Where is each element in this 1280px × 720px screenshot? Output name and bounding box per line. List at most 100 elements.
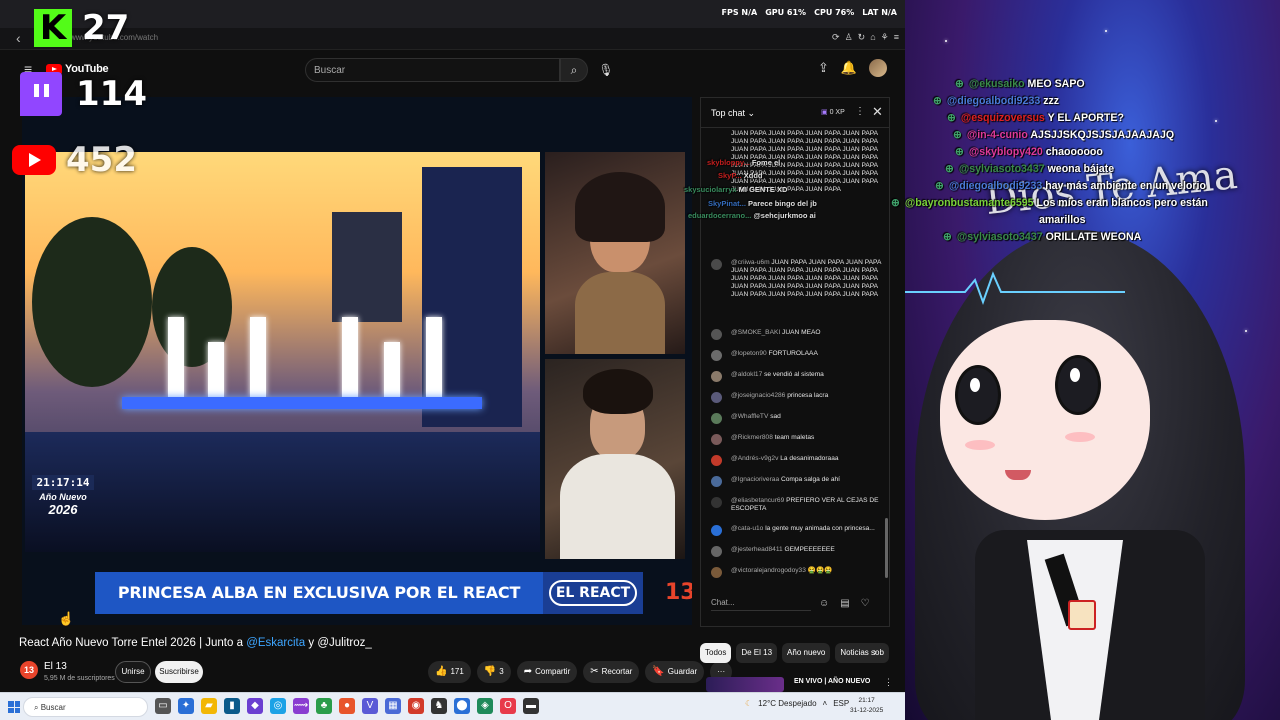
chat-username[interactable]: @SMOKE_BAKI bbox=[731, 329, 780, 336]
copilot-icon[interactable]: ✦ bbox=[178, 698, 194, 714]
chrome-icon[interactable]: ◉ bbox=[408, 698, 424, 714]
windows-start-icon[interactable] bbox=[8, 701, 20, 713]
chat-avatar[interactable] bbox=[711, 455, 722, 466]
chat-username[interactable]: @victoralejandrogodoy33 bbox=[731, 567, 806, 574]
related-video-item[interactable]: EN VIVO | AÑO NUEVO ⋮ bbox=[706, 675, 896, 692]
related-thumbnail[interactable] bbox=[706, 677, 784, 692]
extension-icon[interactable]: ⟳ bbox=[832, 32, 840, 43]
chat-username[interactable]: @joseignacio4286 bbox=[731, 392, 785, 399]
chat-message[interactable]: @cata-u1o la gente muy animada con princ… bbox=[711, 525, 881, 536]
channel-name[interactable]: El 13 bbox=[44, 661, 67, 672]
app-icon[interactable]: ⟿ bbox=[293, 698, 309, 714]
emoji-icon[interactable]: ☺ bbox=[819, 598, 829, 609]
video-title-mention[interactable]: @Eskarcita bbox=[246, 637, 305, 649]
extension-icon[interactable]: ↻ bbox=[858, 32, 866, 43]
chat-message[interactable]: @jesterhead8411 GEMPEEEEEEE bbox=[711, 546, 881, 557]
chat-avatar[interactable] bbox=[711, 525, 722, 536]
chat-message[interactable]: @eliasbetancur69 PREFIERO VER AL CEJAS D… bbox=[711, 497, 881, 513]
app-icon[interactable]: ⬤ bbox=[454, 698, 470, 714]
join-button[interactable]: Unirse bbox=[115, 661, 151, 683]
filter-chip[interactable]: Año nuevo bbox=[782, 643, 831, 663]
extension-icon[interactable]: ⌂ bbox=[870, 32, 875, 43]
chat-avatar[interactable] bbox=[711, 259, 722, 270]
chat-avatar[interactable] bbox=[711, 546, 722, 557]
chat-message[interactable]: @criiwa-u6m JUAN PAPA JUAN PAPA JUAN PAP… bbox=[711, 259, 881, 299]
close-icon[interactable]: ✕ bbox=[872, 104, 883, 120]
chat-message[interactable]: @Rickmer808 team maletas bbox=[711, 434, 881, 445]
chat-username[interactable]: @criiwa-u6m bbox=[731, 259, 770, 266]
chat-message[interactable]: @aldokl17 se vendió al sistema bbox=[711, 371, 881, 382]
superchat-icon[interactable]: ▤ bbox=[840, 598, 849, 609]
app-icon[interactable]: ◈ bbox=[477, 698, 493, 714]
related-title[interactable]: EN VIVO | AÑO NUEVO bbox=[794, 678, 870, 685]
save-button[interactable]: 🔖 Guardar bbox=[645, 661, 705, 683]
more-vertical-icon[interactable]: ⋮ bbox=[884, 677, 893, 688]
chat-input[interactable]: Chat... bbox=[711, 595, 811, 611]
search-input[interactable]: Buscar bbox=[305, 58, 560, 82]
chat-avatar[interactable] bbox=[711, 350, 722, 361]
chat-message[interactable]: @SMOKE_BAKI JUAN MEAO bbox=[711, 329, 881, 340]
video-title-mention[interactable]: @Julitroz_ bbox=[317, 637, 372, 649]
file-explorer-icon[interactable]: ▰ bbox=[201, 698, 217, 714]
voice-search-button[interactable]: 🎙 bbox=[597, 58, 615, 82]
app-icon[interactable]: ♣ bbox=[316, 698, 332, 714]
chat-username[interactable]: @aldokl17 bbox=[731, 371, 762, 378]
chat-menu-icon[interactable]: ⋮ bbox=[855, 106, 865, 117]
edge-browser-icon[interactable]: ◎ bbox=[270, 698, 286, 714]
chat-avatar[interactable] bbox=[711, 567, 722, 578]
app-icon[interactable]: ▦ bbox=[385, 698, 401, 714]
chat-avatar[interactable] bbox=[711, 497, 722, 508]
chat-username[interactable]: @WhaffleTV bbox=[731, 413, 768, 420]
chat-scrollbar[interactable] bbox=[885, 518, 888, 578]
chat-username[interactable]: @cata-u1o bbox=[731, 525, 763, 532]
chat-username[interactable]: @Rickmer808 bbox=[731, 434, 773, 441]
chat-username[interactable]: @Ignacioriveraa bbox=[731, 476, 779, 483]
firefox-icon[interactable]: ● bbox=[339, 698, 355, 714]
app-icon[interactable]: ▬ bbox=[523, 698, 539, 714]
chat-message[interactable]: @Ignacioriveraa Compa salga de ahí bbox=[711, 476, 881, 487]
clip-button[interactable]: ✂ Recortar bbox=[583, 661, 640, 683]
like-button[interactable]: 👍 171 bbox=[428, 661, 471, 683]
extension-icon[interactable]: ♙ bbox=[845, 32, 853, 43]
chat-message[interactable]: @Andrés-v9g2v La desanimadoraaa bbox=[711, 455, 881, 466]
account-avatar[interactable] bbox=[869, 59, 888, 77]
chat-username[interactable]: @jesterhead8411 bbox=[731, 546, 783, 553]
chat-username[interactable]: @eliasbetancur69 bbox=[731, 497, 784, 504]
channel-avatar[interactable]: 13 bbox=[20, 661, 38, 679]
chat-message[interactable]: @joseignacio4286 princesa lacra bbox=[711, 392, 881, 403]
language-indicator[interactable]: ESP bbox=[833, 699, 849, 708]
menu-icon[interactable]: ≡ bbox=[894, 32, 899, 43]
bell-icon[interactable]: 🔔 bbox=[841, 60, 857, 76]
chat-username[interactable]: @Andrés-v9g2v bbox=[731, 455, 778, 462]
app-icon[interactable]: V bbox=[362, 698, 378, 714]
app-icon[interactable]: ◆ bbox=[247, 698, 263, 714]
search-button[interactable]: ⌕ bbox=[560, 58, 588, 82]
subscribe-button[interactable]: Suscribirse bbox=[155, 661, 203, 683]
task-view-icon[interactable]: ▭ bbox=[155, 698, 171, 714]
opera-icon[interactable]: O bbox=[500, 698, 516, 714]
top-chat-dropdown[interactable]: Top chat ⌄ bbox=[711, 108, 755, 119]
share-button[interactable]: ➦ Compartir bbox=[516, 661, 578, 683]
heart-icon[interactable]: ♡ bbox=[861, 598, 870, 609]
filter-chip[interactable]: Noticias sob bbox=[835, 643, 889, 663]
chevron-up-icon[interactable]: ˄ bbox=[823, 699, 828, 708]
chat-username[interactable]: @lopeton90 bbox=[731, 350, 767, 357]
chat-message[interactable]: @lopeton90 FORTUROLAAA bbox=[711, 350, 881, 361]
terminal-icon[interactable]: ▮ bbox=[224, 698, 240, 714]
chevron-right-icon[interactable]: › bbox=[873, 645, 877, 659]
chat-avatar[interactable] bbox=[711, 329, 722, 340]
extension-icon[interactable]: ⚘ bbox=[881, 32, 889, 43]
xp-badge[interactable]: ▣ 0 XP bbox=[821, 108, 845, 116]
back-arrow-icon[interactable]: ‹ bbox=[16, 30, 21, 46]
weather-text[interactable]: 12°C Despejado bbox=[758, 699, 816, 708]
app-icon[interactable]: ♞ bbox=[431, 698, 447, 714]
taskbar-search[interactable]: ⌕ Buscar bbox=[23, 697, 148, 717]
chat-avatar[interactable] bbox=[711, 434, 722, 445]
chat-avatar[interactable] bbox=[711, 413, 722, 424]
taskbar-clock[interactable]: 21:17 31-12-2025 bbox=[850, 696, 883, 716]
filter-chip[interactable]: Todos bbox=[700, 643, 732, 663]
chat-avatar[interactable] bbox=[711, 476, 722, 487]
filter-chip[interactable]: De El 13 bbox=[736, 643, 778, 663]
dislike-button[interactable]: 👎 3 bbox=[476, 661, 511, 683]
chat-message[interactable]: @WhaffleTV sad bbox=[711, 413, 881, 424]
